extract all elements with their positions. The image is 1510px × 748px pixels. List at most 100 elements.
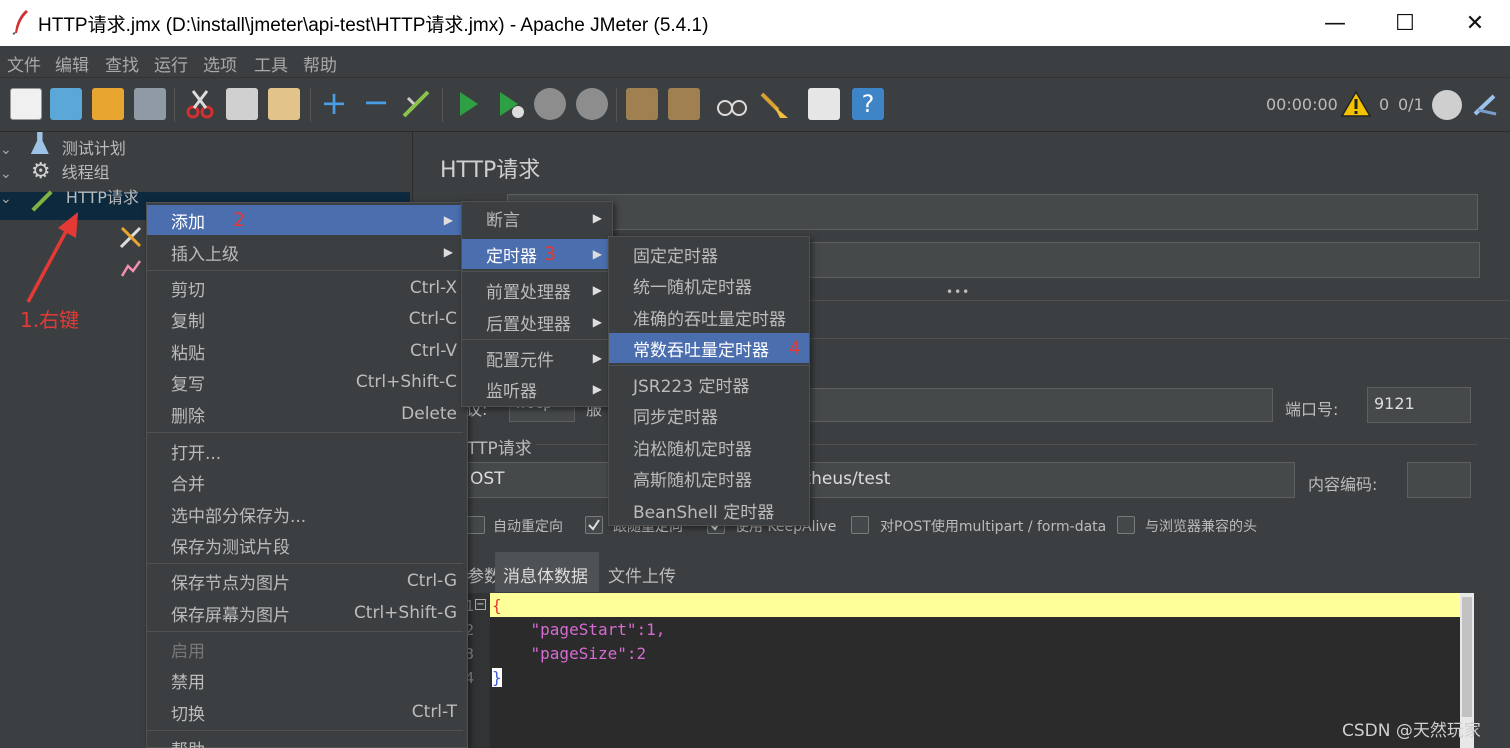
submenu-item-timers[interactable]: 定时器 3 ▶: [462, 239, 612, 269]
menu-item-save-node-image[interactable]: 保存节点为图片 Ctrl-G: [147, 566, 463, 596]
chevron-down-icon: ⌄: [0, 142, 12, 158]
save-icon[interactable]: [134, 88, 166, 120]
menu-item-duplicate[interactable]: 复写 Ctrl+Shift-C: [147, 367, 463, 397]
start-no-pause-icon[interactable]: [494, 88, 526, 120]
menu-item-paste[interactable]: 粘贴 Ctrl-V: [147, 336, 463, 366]
menu-item-open[interactable]: 打开...: [147, 436, 463, 466]
templates-icon[interactable]: [50, 88, 82, 120]
menu-item-enable[interactable]: 启用: [147, 634, 463, 664]
timer-item-constant[interactable]: 固定定时器: [609, 239, 809, 269]
tree-node-thread-group[interactable]: ⌄ ⚙ 线程组: [0, 159, 413, 184]
timer-item-beanshell[interactable]: BeanShell 定时器: [609, 495, 809, 525]
search-icon[interactable]: [716, 88, 748, 120]
submenu-item-assertions[interactable]: 断言 ▶: [462, 203, 612, 233]
submenu-item-preprocessors[interactable]: 前置处理器 ▶: [462, 275, 612, 305]
function-helper-icon[interactable]: [808, 88, 840, 120]
encoding-input[interactable]: [1407, 462, 1471, 498]
panel-expander[interactable]: •••: [946, 285, 970, 299]
menu-item-disable[interactable]: 禁用: [147, 665, 463, 695]
follow-redirect-checkbox[interactable]: [585, 516, 603, 534]
submenu-item-config-elements[interactable]: 配置元件 ▶: [462, 343, 612, 373]
menu-item-merge[interactable]: 合并: [147, 467, 463, 497]
warning-icon[interactable]: [1340, 90, 1372, 122]
multipart-checkbox[interactable]: [851, 516, 869, 534]
minimize-button[interactable]: —: [1300, 0, 1370, 46]
menu-help[interactable]: 帮助: [303, 51, 337, 76]
body-data-editor[interactable]: { "pageStart":1, "pageSize":2 }: [490, 593, 1460, 748]
clear-all-icon[interactable]: [668, 88, 700, 120]
menu-options[interactable]: 选项: [203, 51, 237, 76]
port-input[interactable]: 9121: [1367, 387, 1471, 423]
paste-icon[interactable]: [268, 88, 300, 120]
menu-item-toggle[interactable]: 切换 Ctrl-T: [147, 697, 463, 727]
tree-label-http-request: HTTP请求: [65, 188, 139, 207]
menu-item-copy[interactable]: 复制 Ctrl-C: [147, 304, 463, 334]
method-select[interactable]: OST: [467, 462, 613, 498]
menu-item-insert-parent[interactable]: 插入上级 ▶: [147, 237, 463, 267]
menu-tools[interactable]: 工具: [254, 51, 288, 76]
new-icon[interactable]: [10, 88, 42, 120]
cut-icon[interactable]: [184, 88, 216, 120]
open-icon[interactable]: [92, 88, 124, 120]
timer-item-constant-throughput[interactable]: 常数吞吐量定时器 4: [609, 333, 809, 363]
thread-count: 0/1: [1398, 95, 1424, 114]
close-button[interactable]: ✕: [1440, 0, 1510, 46]
timer-item-synchronizing[interactable]: 同步定时器: [609, 400, 809, 430]
menu-item-save-screen-image[interactable]: 保存屏幕为图片 Ctrl+Shift-G: [147, 598, 463, 628]
timer-item-gaussian[interactable]: 高斯随机定时器: [609, 463, 809, 493]
tab-body-data[interactable]: 消息体数据: [495, 552, 599, 592]
title-bar: HTTP请求.jmx (D:\install\jmeter\api-test\H…: [0, 0, 1510, 46]
timer-item-jsr223[interactable]: JSR223 定时器: [609, 369, 809, 399]
reset-search-icon[interactable]: [758, 88, 790, 120]
server-input[interactable]: [808, 388, 1273, 422]
tab-file-upload[interactable]: 文件上传: [608, 562, 676, 587]
editor-gutter: 1 2 3 4 −: [465, 593, 490, 748]
listener-icon[interactable]: [120, 258, 142, 278]
chevron-right-icon: ▶: [592, 315, 602, 329]
gear-icon: ⚙: [30, 159, 51, 184]
menu-item-save-selection[interactable]: 选中部分保存为...: [147, 499, 463, 529]
chevron-right-icon: ▶: [592, 247, 602, 261]
copy-icon[interactable]: [226, 88, 258, 120]
menu-item-save-fragment[interactable]: 保存为测试片段: [147, 530, 463, 560]
browser-headers-checkbox[interactable]: [1117, 516, 1135, 534]
clear-icon[interactable]: [626, 88, 658, 120]
pipette-icon: [31, 190, 53, 212]
toggle-icon[interactable]: [400, 88, 432, 120]
auto-redirect-checkbox[interactable]: [467, 516, 485, 534]
shutdown-icon[interactable]: [576, 88, 608, 120]
submenu-item-postprocessors[interactable]: 后置处理器 ▶: [462, 307, 612, 337]
editor-line-3: "pageSize":2: [492, 644, 647, 663]
log-icon[interactable]: [1472, 92, 1498, 118]
panel-title: HTTP请求: [440, 158, 541, 183]
help-icon[interactable]: ?: [852, 88, 884, 120]
name-input[interactable]: [507, 194, 1478, 230]
chevron-right-icon: ▶: [592, 283, 602, 297]
menu-run[interactable]: 运行: [154, 51, 188, 76]
chevron-down-icon: ⌄: [0, 191, 12, 207]
fold-icon[interactable]: −: [475, 599, 486, 610]
menu-item-cut[interactable]: 剪切 Ctrl-X: [147, 273, 463, 303]
menu-item-add[interactable]: 添加 2 ▶: [147, 205, 463, 235]
add-submenu: 断言 ▶ 定时器 3 ▶ 前置处理器 ▶ 后置处理器 ▶ 配置元件 ▶ 监听器 ▶: [461, 201, 613, 407]
collapse-icon[interactable]: −: [360, 86, 392, 120]
menu-edit[interactable]: 编辑: [55, 51, 89, 76]
annotation-step2: 2: [233, 209, 246, 231]
remote-icon[interactable]: [1432, 90, 1462, 120]
menu-item-help[interactable]: 帮助: [147, 733, 463, 748]
menu-file[interactable]: 文件: [7, 51, 41, 76]
menu-search[interactable]: 查找: [105, 51, 139, 76]
tree-node-test-plan[interactable]: ⌄ 测试计划: [0, 132, 413, 159]
port-label: 端口号:: [1285, 400, 1339, 419]
tools-icon[interactable]: [118, 224, 146, 250]
submenu-item-listeners[interactable]: 监听器 ▶: [462, 374, 612, 404]
maximize-button[interactable]: ☐: [1370, 0, 1440, 46]
timer-item-precise-throughput[interactable]: 准确的吞吐量定时器: [609, 302, 809, 332]
start-icon[interactable]: [452, 88, 484, 120]
menu-item-delete[interactable]: 删除 Delete: [147, 399, 463, 429]
timer-item-poisson[interactable]: 泊松随机定时器: [609, 432, 809, 462]
stop-icon[interactable]: [534, 88, 566, 120]
timer-item-uniform-random[interactable]: 统一随机定时器: [609, 270, 809, 300]
expand-icon[interactable]: +: [318, 87, 350, 120]
path-input[interactable]: etheus/test: [789, 462, 1295, 498]
